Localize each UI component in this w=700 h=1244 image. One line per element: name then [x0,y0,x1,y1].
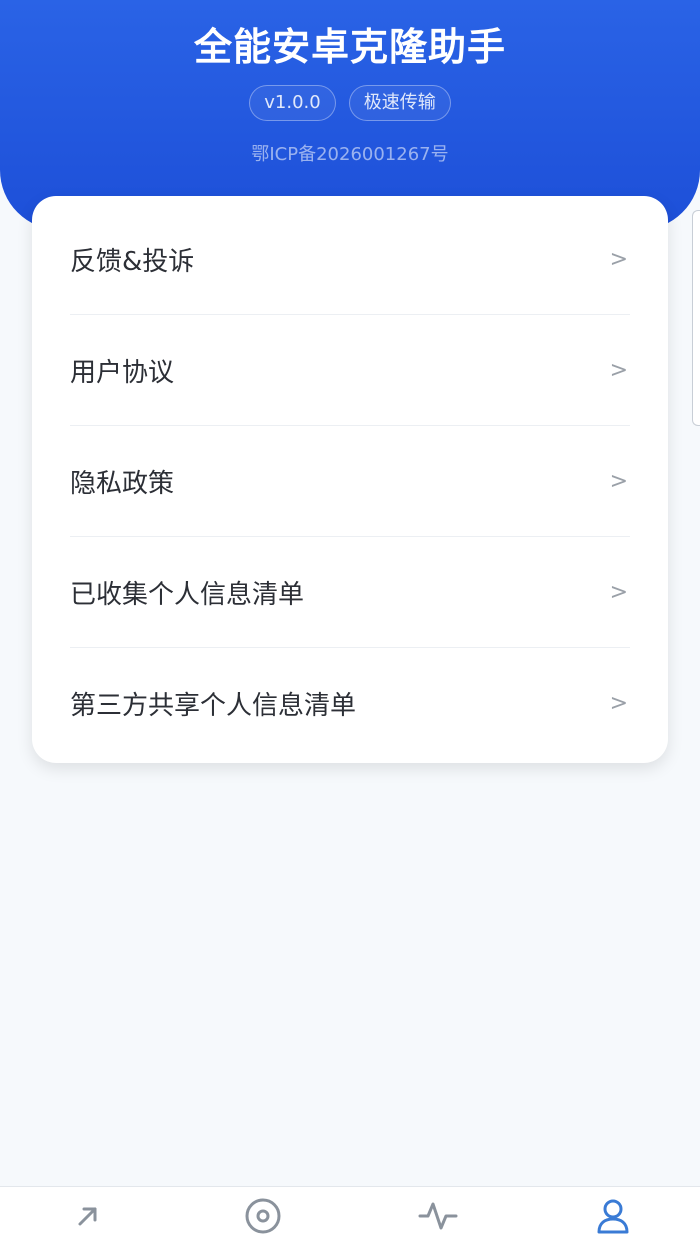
menu-item-label: 用户协议 [70,357,175,388]
app-title: 全能安卓克隆助手 [193,25,506,69]
chevron-right-icon: > [609,691,628,716]
target-icon [245,1198,280,1233]
menu-item-label: 已收集个人信息清单 [70,579,305,610]
tab-transfer[interactable] [0,1187,175,1244]
arrow-up-right-icon [78,1207,96,1225]
chevron-right-icon: > [609,468,628,494]
side-drawer-handle[interactable] [692,210,700,426]
menu-item-user-agreement[interactable]: 用户协议 > [70,315,630,426]
icp-record: 鄂ICP备2026001267号 [251,144,449,165]
menu-card: 反馈&投诉 > 用户协议 > 隐私政策 > 已收集个人信息清单 > 第三方共享个… [32,196,668,763]
activity-icon [418,1202,457,1229]
chevron-right-icon: > [609,357,628,383]
chevron-right-icon: > [609,246,628,272]
bottom-tab-bar [0,1186,700,1244]
menu-item-feedback[interactable]: 反馈&投诉 > [70,204,630,315]
chevron-right-icon: > [609,579,628,605]
menu-item-label: 隐私政策 [70,468,175,499]
menu-item-label: 反馈&投诉 [70,246,195,277]
tab-scan[interactable] [175,1187,350,1244]
menu-item-third-party-sharing-list[interactable]: 第三方共享个人信息清单 > [70,648,630,759]
profile-page: 全能安卓克隆助手 v1.0.0 极速传输 鄂ICP备2026001267号 反馈… [0,0,700,1244]
tab-activity[interactable] [350,1187,525,1244]
menu-item-collected-info-list[interactable]: 已收集个人信息清单 > [70,537,630,648]
menu-item-label: 第三方共享个人信息清单 [70,691,357,721]
version-badge: v1.0.0 [249,85,336,121]
feature-badge: 极速传输 [348,85,451,121]
menu-item-privacy-policy[interactable]: 隐私政策 > [70,426,630,537]
badge-row: v1.0.0 极速传输 [0,85,700,121]
tab-profile[interactable] [525,1187,700,1244]
user-icon [597,1199,628,1233]
